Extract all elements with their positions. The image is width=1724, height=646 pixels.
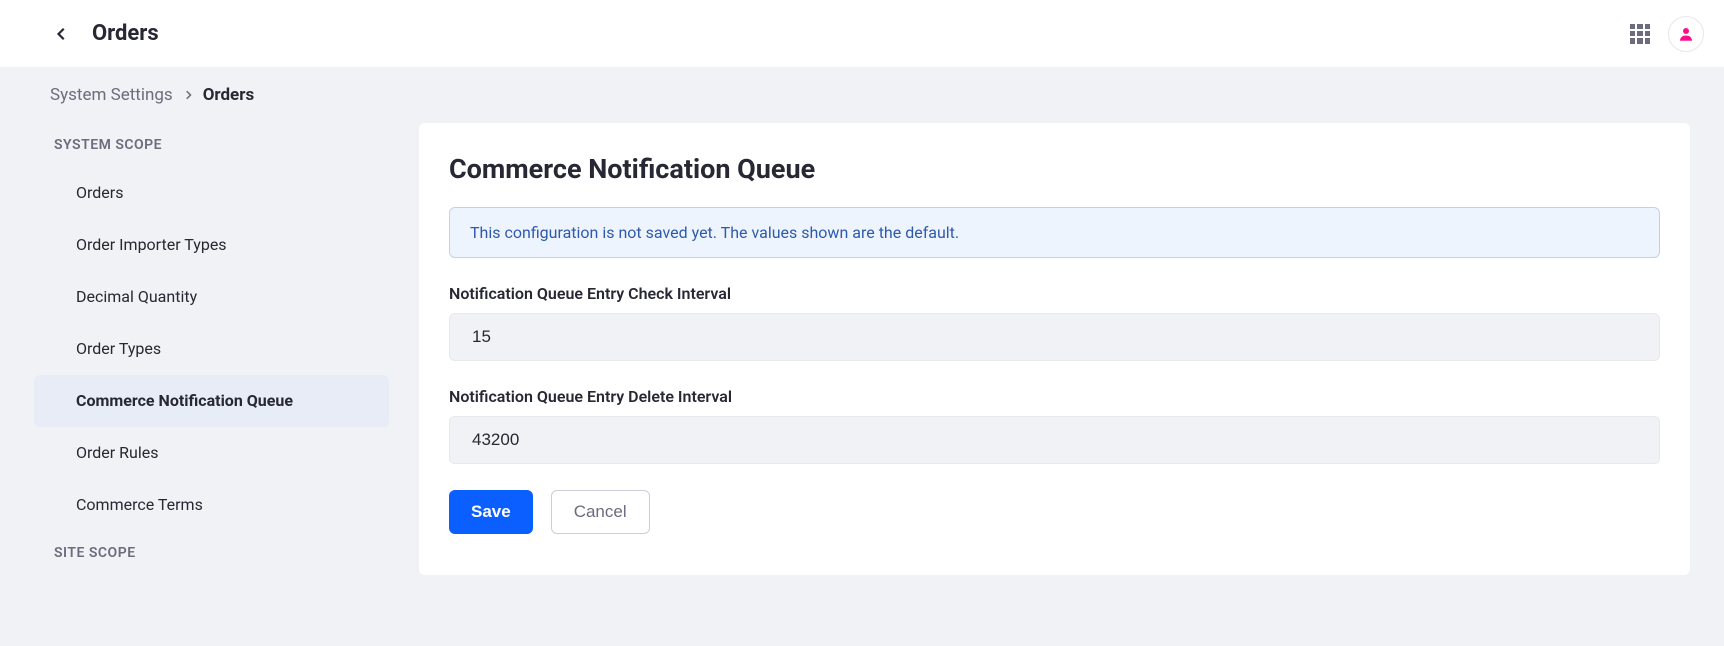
sidebar-item-commerce-terms[interactable]: Commerce Terms: [34, 479, 389, 531]
breadcrumb-parent[interactable]: System Settings: [50, 85, 173, 105]
top-bar: Orders: [0, 0, 1724, 67]
sidebar: SYSTEM SCOPE Orders Order Importer Types…: [34, 123, 389, 575]
info-banner: This configuration is not saved yet. The…: [449, 207, 1660, 258]
sidebar-item-orders[interactable]: Orders: [34, 167, 389, 219]
check-interval-label: Notification Queue Entry Check Interval: [449, 284, 1660, 303]
panel-title: Commerce Notification Queue: [449, 153, 1660, 185]
main-panel: Commerce Notification Queue This configu…: [419, 123, 1690, 575]
sidebar-item-order-rules[interactable]: Order Rules: [34, 427, 389, 479]
top-bar-left: Orders: [50, 21, 159, 46]
sidebar-item-decimal-quantity[interactable]: Decimal Quantity: [34, 271, 389, 323]
sidebar-item-order-types[interactable]: Order Types: [34, 323, 389, 375]
chevron-right-icon: [183, 85, 193, 105]
form-group-check-interval: Notification Queue Entry Check Interval: [449, 284, 1660, 361]
save-button[interactable]: Save: [449, 490, 533, 534]
sidebar-heading-site: SITE SCOPE: [34, 531, 389, 575]
delete-interval-label: Notification Queue Entry Delete Interval: [449, 387, 1660, 406]
chevron-left-icon: [55, 27, 69, 41]
user-icon: [1677, 25, 1695, 43]
page-title: Orders: [92, 21, 159, 46]
main-area: System Settings Orders SYSTEM SCOPE Orde…: [0, 67, 1724, 646]
sidebar-item-commerce-notification-queue[interactable]: Commerce Notification Queue: [34, 375, 389, 427]
check-interval-input[interactable]: [449, 313, 1660, 361]
sidebar-heading-system: SYSTEM SCOPE: [34, 123, 389, 167]
avatar[interactable]: [1668, 16, 1704, 52]
cancel-button[interactable]: Cancel: [551, 490, 650, 534]
back-button[interactable]: [50, 22, 74, 46]
button-row: Save Cancel: [449, 490, 1660, 534]
top-bar-right: [1630, 16, 1704, 52]
delete-interval-input[interactable]: [449, 416, 1660, 464]
apps-icon[interactable]: [1630, 24, 1650, 44]
breadcrumb: System Settings Orders: [0, 67, 1724, 123]
content-wrapper: SYSTEM SCOPE Orders Order Importer Types…: [0, 123, 1724, 605]
form-group-delete-interval: Notification Queue Entry Delete Interval: [449, 387, 1660, 464]
sidebar-item-order-importer-types[interactable]: Order Importer Types: [34, 219, 389, 271]
breadcrumb-current: Orders: [203, 85, 255, 105]
